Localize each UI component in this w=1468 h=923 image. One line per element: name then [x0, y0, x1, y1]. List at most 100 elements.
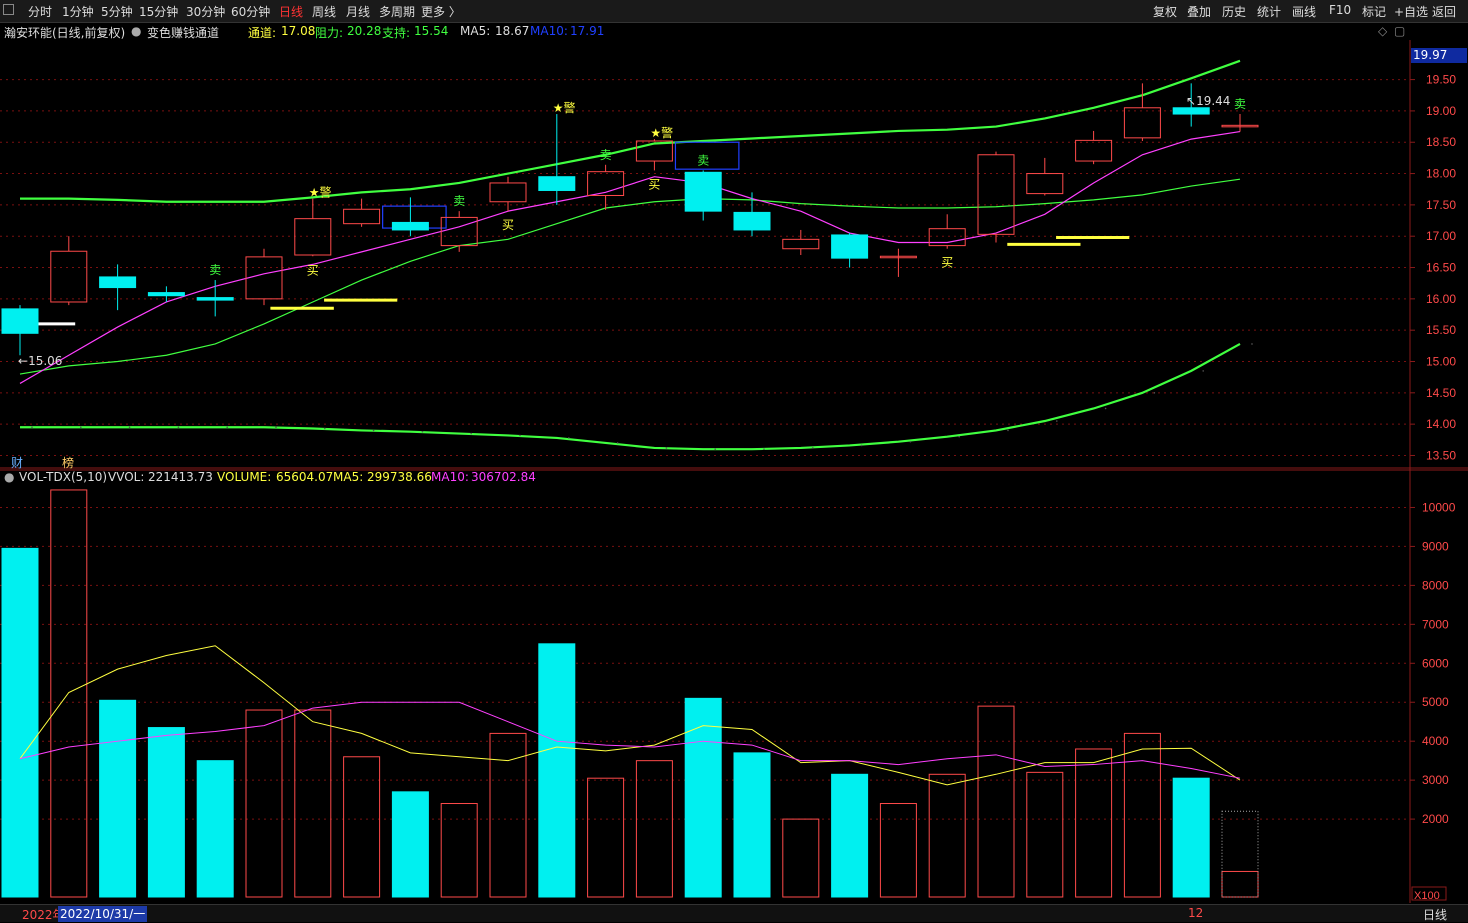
volume-tick-label: 8000: [1422, 578, 1449, 592]
sell-signal: 卖: [1234, 97, 1246, 111]
volume-bar: [587, 777, 625, 898]
price-tick-label: 18.00: [1426, 167, 1456, 181]
volume-bar: [294, 709, 332, 898]
candle-body-up: [1123, 107, 1161, 139]
price-tick-label: 13.50: [1426, 448, 1456, 462]
dot-marker: [128, 426, 131, 429]
volume-bar: [1172, 777, 1210, 898]
dot-marker: [372, 429, 375, 432]
date-bar: 2022年 2022/10/31/一 12 日线: [0, 904, 1468, 922]
volume-bar: [831, 773, 869, 898]
dot-marker: [909, 440, 912, 443]
volume-bar: [1123, 732, 1161, 898]
ranking-badge[interactable]: 榜: [62, 454, 74, 471]
buy-signal: 买: [307, 263, 319, 277]
candle-body-up: [1026, 173, 1064, 195]
price-tick-label: 15.50: [1426, 323, 1456, 337]
low-price-marker: ←15.06: [18, 354, 63, 368]
candle-body-up: [50, 250, 88, 303]
volume-bar: [879, 803, 917, 898]
dot-marker: [421, 430, 424, 433]
dot-marker: [568, 437, 570, 439]
volume-bar: [1, 547, 39, 898]
warn-signal: ★警: [650, 125, 673, 140]
candle-body-down: [196, 297, 234, 301]
volume-bar: [977, 705, 1015, 898]
dot-marker: [1202, 370, 1204, 372]
price-tick-label: 16.50: [1426, 261, 1456, 275]
candle-body-up: [294, 218, 332, 256]
buy-signal: 买: [648, 177, 660, 191]
volume-bar: [147, 727, 185, 898]
price-tick-label: 15.00: [1426, 355, 1456, 369]
volume-bar: [489, 732, 527, 898]
price-tick-label: 14.00: [1426, 417, 1456, 431]
dot-marker: [275, 426, 277, 429]
current-price-box: 19.97: [1411, 48, 1467, 63]
volume-bar: [538, 643, 576, 898]
price-tick-label: 16.00: [1426, 292, 1456, 306]
candle-body-up: [782, 238, 820, 250]
price-tick-label: 14.50: [1426, 386, 1456, 400]
dot-marker: [958, 435, 960, 438]
volume-tick-label: 10000: [1422, 500, 1456, 514]
price-tick-label: 19.50: [1426, 73, 1456, 87]
high-price-marker: ↖19.44: [1186, 94, 1231, 108]
volume-estimate-box: [1221, 810, 1259, 898]
volume-bar: [99, 699, 137, 898]
upper-channel-line: [20, 59, 1241, 203]
sell-signal: 卖: [453, 194, 465, 208]
warn-signal: ★警: [553, 100, 576, 115]
dot-marker: [226, 426, 228, 429]
dot-marker: [714, 448, 716, 451]
candle-body-down: [1172, 107, 1210, 115]
sell-signal: 卖: [697, 153, 709, 167]
kline-chart[interactable]: 19.50 19.00 18.50 18.00 17.50 17.00 16.50 16.00…: [0, 0, 1468, 921]
dot-marker: [80, 426, 82, 429]
price-tick-label: 17.50: [1426, 198, 1456, 212]
candle-body-up: [489, 182, 527, 203]
volume-bar: [684, 697, 722, 898]
volume-tick-label: 9000: [1422, 539, 1449, 553]
dot-marker: [1251, 343, 1253, 345]
selected-date: 2022/10/31/一: [58, 906, 148, 922]
price-tick-label: 17.00: [1426, 229, 1456, 243]
candle-body-down: [831, 234, 869, 259]
dot-marker: [31, 426, 33, 429]
candle-body-up: [977, 154, 1015, 235]
dot-marker: [860, 444, 863, 447]
volume-tick-label: 4000: [1422, 734, 1449, 748]
finance-badge[interactable]: 财: [11, 454, 23, 471]
volume-bar: [343, 756, 381, 898]
volume-tick-label: 3000: [1422, 773, 1449, 787]
low-price-value: 15.06: [28, 354, 63, 368]
volume-bar: [1221, 870, 1259, 898]
volume-bar: [1075, 748, 1113, 898]
volume-bar: [196, 760, 234, 898]
volume-bar: [1026, 771, 1064, 898]
dot-marker: [177, 426, 180, 429]
period-label[interactable]: 日线: [1423, 906, 1447, 923]
volume-bar: [733, 752, 771, 898]
dot-marker: [763, 448, 765, 451]
candle-body-down: [733, 211, 771, 231]
volume-bar: [635, 760, 673, 898]
volume-tick-label: 6000: [1422, 656, 1449, 670]
candle-body-down: [147, 292, 185, 297]
candle-body-down: [684, 171, 722, 212]
month-label: 12: [1188, 906, 1204, 920]
dot-marker: [1056, 420, 1058, 422]
lower-channel-line: [20, 342, 1241, 451]
dot-marker: [812, 447, 814, 449]
volume-bar: [440, 803, 478, 898]
volume-bar: [391, 791, 429, 898]
ma5-line: [19, 130, 1241, 384]
volume-bar: [245, 709, 283, 898]
warn-signal: ★警: [309, 185, 332, 200]
dot-marker: [1104, 407, 1107, 410]
dot-marker: [1007, 429, 1009, 432]
candle-body-up: [245, 256, 283, 300]
dot-marker: [470, 432, 473, 435]
volume-tick-label: 5000: [1422, 695, 1449, 709]
dot-marker: [324, 427, 326, 430]
